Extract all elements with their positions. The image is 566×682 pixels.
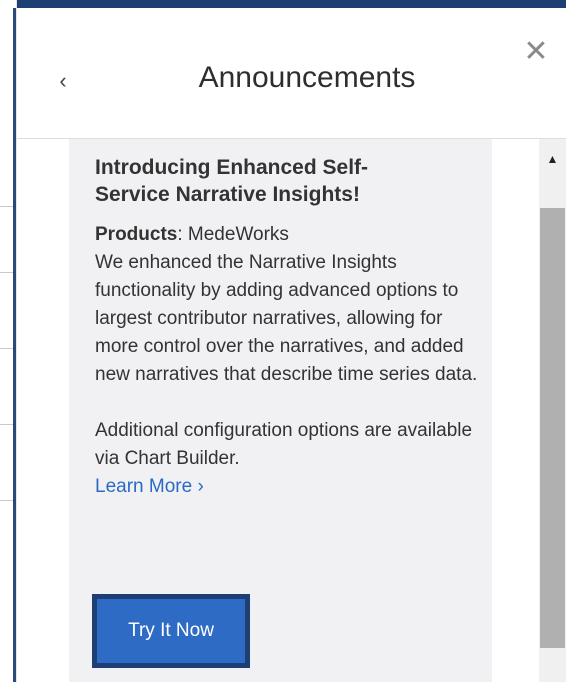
- announcement-body: Products: MedeWorks We enhanced the Narr…: [95, 221, 480, 501]
- learn-more-link[interactable]: Learn More ›: [95, 476, 204, 497]
- background-page-edge: [0, 0, 17, 682]
- try-it-now-focus-ring: Try It Now: [92, 594, 250, 668]
- divider: [0, 500, 13, 501]
- learn-more-line: Learn More ›: [95, 473, 480, 501]
- announcement-card: Introducing Enhanced Self- Service Narra…: [69, 139, 492, 682]
- background-page-border: [13, 8, 16, 682]
- try-it-now-button[interactable]: Try It Now: [97, 599, 245, 663]
- products-line: Products: MedeWorks: [95, 221, 480, 249]
- products-label: Products: [95, 224, 178, 245]
- announcement-title-line: Service Narrative Insights!: [95, 183, 360, 206]
- announcement-title: Introducing Enhanced Self- Service Narra…: [95, 154, 485, 208]
- scroll-up-arrow-icon[interactable]: ▲: [539, 149, 566, 169]
- divider: [0, 348, 13, 349]
- announcements-window: ‹ Announcements ✕ Introducing Enhanced S…: [0, 0, 566, 682]
- announcement-additional: Additional configuration options are ava…: [95, 420, 473, 469]
- chevron-left-icon[interactable]: ‹: [59, 68, 66, 93]
- close-button[interactable]: ✕: [522, 35, 550, 68]
- panel-title: Announcements: [198, 61, 416, 94]
- top-border: [0, 0, 566, 8]
- panel-body: Introducing Enhanced Self- Service Narra…: [17, 139, 566, 682]
- close-icon[interactable]: ✕: [523, 35, 548, 68]
- divider: [0, 206, 13, 207]
- vertical-scrollbar[interactable]: ▲: [539, 139, 566, 682]
- announcement-title-line: Introducing Enhanced Self-: [95, 156, 369, 179]
- back-button[interactable]: ‹: [51, 66, 75, 96]
- panel-header: ‹ Announcements ✕: [17, 8, 566, 139]
- divider: [0, 272, 13, 273]
- divider: [0, 424, 13, 425]
- scrollbar-thumb[interactable]: [540, 208, 565, 648]
- products-value: : MedeWorks: [177, 224, 289, 245]
- announcement-description: We enhanced the Narrative Insights funct…: [95, 252, 478, 385]
